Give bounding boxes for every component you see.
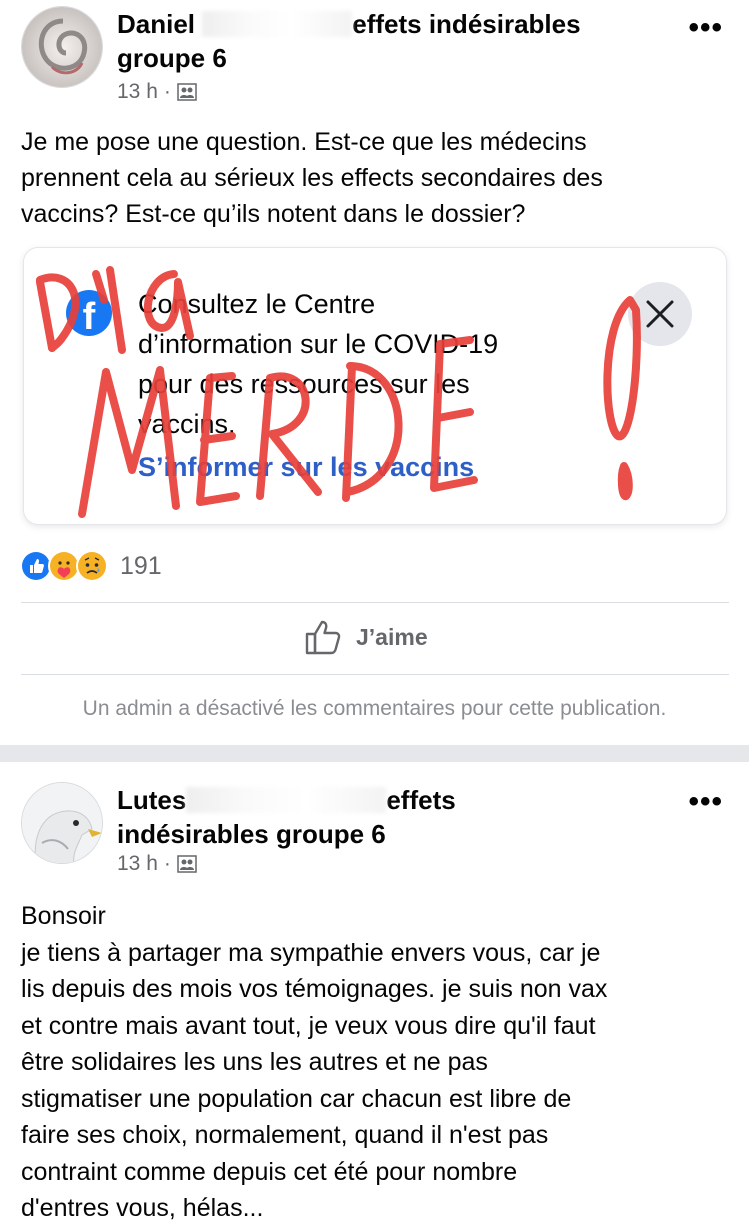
- facebook-logo-icon: f: [66, 290, 112, 336]
- post-body: Je me pose une question. Est-ce que les …: [21, 128, 603, 228]
- post-header: Lutes effets indésirables groupe 6: [117, 783, 657, 851]
- reaction-count: 191: [120, 551, 162, 580]
- author-avatar[interactable]: [21, 6, 103, 88]
- close-icon: [646, 300, 674, 328]
- feed-post: Daniel effets indésirables groupe 6 13 h…: [0, 0, 749, 745]
- post-header: Daniel effets indésirables groupe 6: [117, 7, 677, 75]
- avatar-image: [22, 7, 102, 87]
- reaction-summary[interactable]: 191: [20, 550, 162, 582]
- group-members-icon: [177, 855, 197, 873]
- sad-reaction-icon: [76, 550, 108, 582]
- more-options-button[interactable]: •••: [688, 13, 723, 43]
- close-info-card-button[interactable]: [628, 282, 692, 346]
- post-time[interactable]: 13 h: [117, 852, 158, 876]
- vaccine-info-link[interactable]: S’informer sur les vaccins: [138, 452, 474, 483]
- feed-separator: [0, 745, 749, 762]
- post-meta: 13 h ·: [117, 80, 197, 104]
- like-label: J’aime: [356, 623, 428, 650]
- like-button[interactable]: J’aime: [304, 618, 428, 656]
- post-meta: 13 h ·: [117, 852, 197, 876]
- group-members-icon: [177, 83, 197, 101]
- meta-separator: ·: [163, 80, 171, 103]
- post-body: Bonsoir je tiens à partager ma sympathie…: [21, 902, 608, 1222]
- more-options-button[interactable]: •••: [688, 787, 723, 817]
- comments-disabled-notice: Un admin a désactivé les commentaires po…: [0, 675, 749, 743]
- post-time[interactable]: 13 h: [117, 80, 158, 104]
- group-name[interactable]: effets: [386, 785, 455, 815]
- group-name-continued[interactable]: indésirables groupe 6: [117, 819, 386, 849]
- author-name[interactable]: Lutes: [117, 785, 186, 815]
- redacted-text: [202, 11, 353, 37]
- info-card-text: Consultez le Centre d’information sur le…: [138, 289, 499, 439]
- meta-separator: ·: [163, 852, 171, 875]
- group-name-continued[interactable]: groupe 6: [117, 43, 227, 73]
- redacted-text: [186, 787, 387, 813]
- divider: [21, 602, 729, 603]
- group-name[interactable]: effets indésirables: [352, 9, 580, 39]
- feed-post: Lutes effets indésirables groupe 6 13 h ·…: [0, 762, 749, 1227]
- thumbs-up-outline-icon: [305, 620, 341, 655]
- author-name[interactable]: Daniel: [117, 9, 202, 39]
- author-avatar[interactable]: [21, 782, 103, 864]
- avatar-image: [22, 783, 102, 863]
